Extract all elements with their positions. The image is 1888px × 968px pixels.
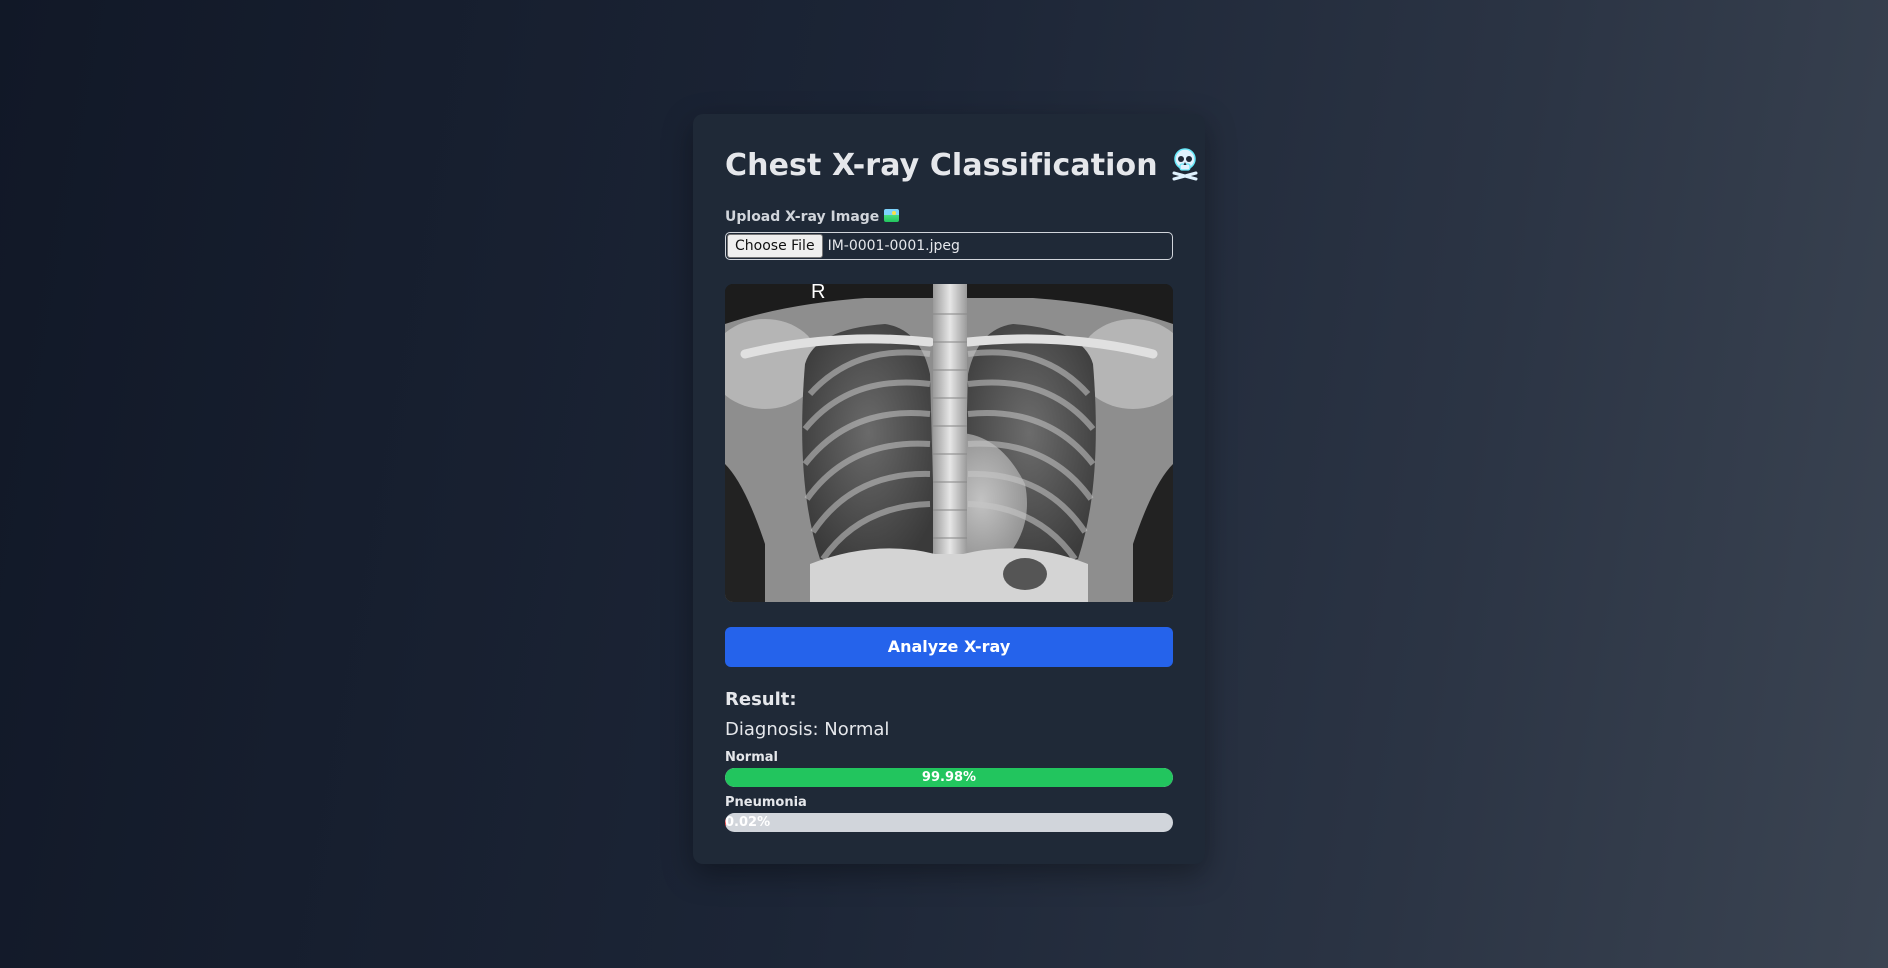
- page-title: Chest X-ray Classification: [725, 147, 1198, 187]
- diagnosis-text: Diagnosis: Normal: [725, 719, 890, 740]
- probability-percent: 99.98%: [921, 770, 977, 785]
- result-heading: Result:: [725, 689, 797, 710]
- choose-file-button[interactable]: Choose File: [727, 234, 823, 258]
- skull-and-crossbones-icon: [1170, 147, 1200, 181]
- page-title-text: Chest X-ray Classification: [725, 148, 1158, 183]
- selected-file-name: IM-0001-0001.jpeg: [827, 238, 960, 254]
- classification-card: Chest X-ray Classification Upload X-ray …: [693, 114, 1205, 864]
- framed-picture-icon: [884, 209, 900, 222]
- probability-label: Pneumonia: [725, 795, 807, 810]
- probability-label: Normal: [725, 750, 778, 765]
- upload-label-text: Upload X-ray Image: [725, 209, 880, 225]
- analyze-xray-button[interactable]: Analyze X-ray: [725, 627, 1173, 667]
- probability-normal: Normal 99.98%: [725, 750, 1173, 787]
- probability-bar-track: 0.02%: [725, 813, 1173, 832]
- xray-side-marker: R: [811, 284, 826, 303]
- file-upload-input[interactable]: Choose File IM-0001-0001.jpeg: [725, 232, 1173, 260]
- probability-bar-track: 99.98%: [725, 768, 1173, 787]
- probability-percent: 0.02%: [725, 815, 771, 830]
- probability-pneumonia: Pneumonia 0.02%: [725, 795, 1173, 832]
- xray-preview-image: R: [725, 284, 1173, 602]
- upload-label: Upload X-ray Image: [725, 208, 1173, 226]
